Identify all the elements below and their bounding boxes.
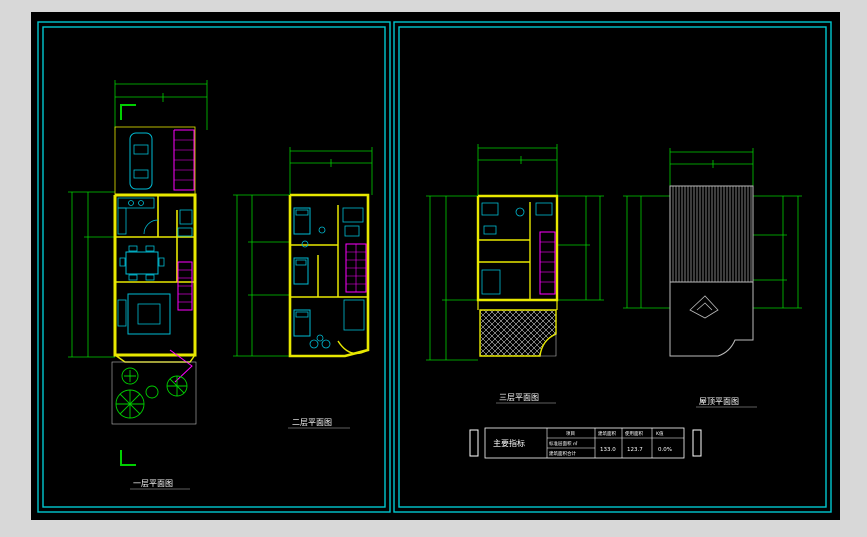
roof-title: 屋顶平面图 — [699, 397, 739, 406]
table-row-label: 建筑面积合计 — [549, 450, 576, 457]
index-table-title: 主要指标 — [493, 438, 525, 448]
table-header: 使用面积 — [625, 430, 643, 437]
table-cell: 123.7 — [627, 447, 643, 453]
cad-drawing: 一层平面图 二层平面图 三层平面图 屋顶平面图 主要指标 项目 建筑面积 使用面… — [31, 12, 840, 520]
third-floor-title: 三层平面图 — [499, 393, 539, 402]
table-header: 建筑面积 — [598, 430, 616, 437]
table-cell: 133.0 — [600, 447, 616, 453]
table-header: K值 — [656, 430, 664, 437]
roof-tiles — [669, 185, 754, 283]
first-floor-title: 一层平面图 — [133, 479, 173, 488]
table-header: 项目 — [566, 431, 575, 437]
table-row-label: 标准层面积 ㎡ — [549, 440, 578, 447]
second-floor-title: 二层平面图 — [292, 418, 332, 427]
table-cell: 0.0% — [658, 447, 672, 453]
cad-viewport[interactable]: 一层平面图 二层平面图 三层平面图 屋顶平面图 主要指标 项目 建筑面积 使用面… — [0, 0, 867, 533]
